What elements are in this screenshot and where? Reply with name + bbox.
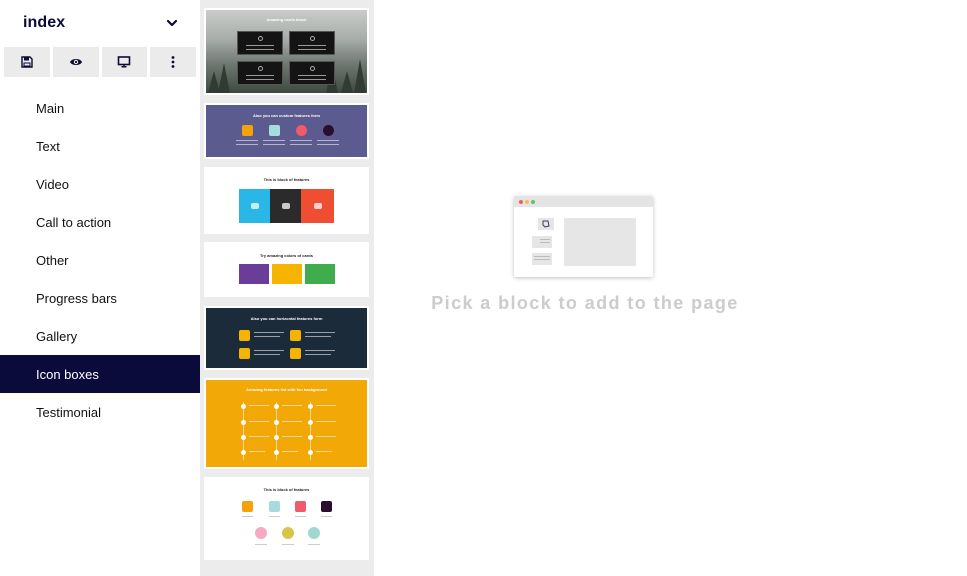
thumbnail-title: Amazing features list with fon backgroun… <box>246 387 327 392</box>
block-thumbnail-horizontal-features[interactable]: Also you can horizontal features form <box>204 306 369 370</box>
empty-page-illustration <box>514 196 653 277</box>
page-canvas[interactable]: Pick a block to add to the page <box>374 0 967 576</box>
nav-item-testimonial[interactable]: Testimonial <box>0 393 200 431</box>
thumbnail-preview: Also you can custom features form <box>206 105 367 157</box>
preview-button[interactable] <box>52 47 99 77</box>
thumbnail-preview: Also you can horizontal features form <box>206 308 367 368</box>
eye-icon <box>69 59 82 65</box>
desktop-icon <box>118 56 131 68</box>
thumbnail-preview: This is block of features <box>206 169 367 232</box>
nav-item-progress-bars[interactable]: Progress bars <box>0 279 200 317</box>
thumbnail-title: Amazing cards block <box>266 17 307 22</box>
empty-state-message: Pick a block to add to the page <box>431 293 739 313</box>
more-vertical-icon <box>171 56 175 68</box>
thumbnail-title: Also you can horizontal features form <box>250 316 323 321</box>
nav-item-icon-boxes[interactable]: Icon boxes <box>0 355 200 393</box>
page-select-label: index <box>23 14 66 31</box>
nav-item-other[interactable]: Other <box>0 241 200 279</box>
block-thumbnail-color-features[interactable]: This is block of features <box>204 167 369 234</box>
nav-item-video[interactable]: Video <box>0 165 200 203</box>
device-view-button[interactable] <box>101 47 148 77</box>
thumbnail-preview: Amazing cards block <box>206 10 367 93</box>
block-thumbnail-cards-forest[interactable]: Amazing cards block <box>204 8 369 95</box>
more-options-button[interactable] <box>150 47 196 77</box>
thumbnail-title: This is block of features <box>263 487 310 492</box>
block-thumbnail-purple-features[interactable]: Also you can custom features form <box>204 103 369 159</box>
sidebar-toolbar <box>4 47 196 77</box>
sidebar: index Main Text Video Call to action Oth… <box>0 0 200 576</box>
nav-item-text[interactable]: Text <box>0 127 200 165</box>
block-thumbnail-icon-features[interactable]: This is block of features <box>204 477 369 560</box>
block-category-nav: Main Text Video Call to action Other Pro… <box>0 89 200 431</box>
nav-item-call-to-action[interactable]: Call to action <box>0 203 200 241</box>
nav-item-main[interactable]: Main <box>0 89 200 127</box>
thumbnail-preview: This is block of features <box>206 479 367 558</box>
nav-item-gallery[interactable]: Gallery <box>0 317 200 355</box>
block-thumbnails-panel[interactable]: Amazing cards block Also you can custom … <box>200 0 374 576</box>
save-button[interactable] <box>4 47 50 77</box>
block-thumbnail-colored-cards[interactable]: Try amazing colors of cards <box>204 242 369 297</box>
thumbnail-preview: Amazing features list with fon backgroun… <box>206 380 367 467</box>
thumbnail-title: This is block of features <box>263 177 310 182</box>
thumbnail-title: Also you can custom features form <box>253 113 320 118</box>
thumbnail-preview: Try amazing colors of cards <box>206 244 367 295</box>
chevron-down-icon <box>166 19 178 27</box>
thumbnail-title: Try amazing colors of cards <box>260 253 313 258</box>
block-thumbnail-orange-features-list[interactable]: Amazing features list with fon backgroun… <box>204 378 369 469</box>
save-icon <box>21 56 33 68</box>
page-select-dropdown[interactable]: index <box>0 0 200 46</box>
